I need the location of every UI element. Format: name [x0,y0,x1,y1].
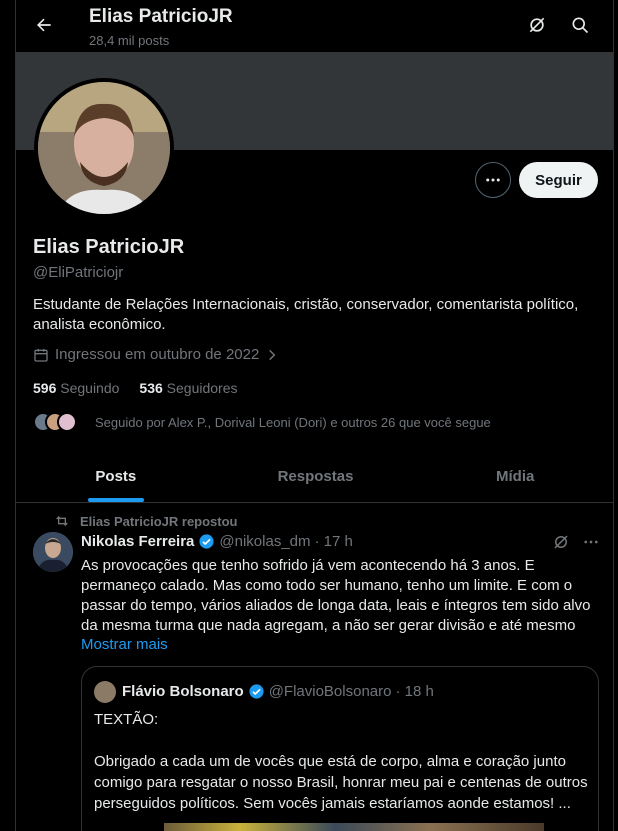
tab-posts[interactable]: Posts [16,450,216,502]
follow-counts: 596 Seguindo 536 Seguidores [33,380,238,396]
active-tab-indicator [87,498,144,502]
quoted-post[interactable]: Flávio Bolsonaro @FlavioBolsonaro · 18 h… [81,666,599,831]
verified-badge-icon [199,534,214,549]
following-link[interactable]: 596 Seguindo [33,380,119,396]
show-more-link[interactable]: Mostrar mais [81,636,168,653]
avatar [57,412,77,432]
tab-replies[interactable]: Respostas [216,450,416,502]
post-author-name[interactable]: Nikolas Ferreira [81,533,194,550]
profile-page: Elias PatricioJR 28,4 mil posts Seguir E… [15,0,614,831]
joined-date: Ingressou em outubro de 2022 [33,346,279,363]
profile-name: Elias PatricioJR [33,236,185,258]
profile-bio: Estudante de Relações Internacionais, cr… [33,296,579,333]
grok-icon[interactable] [552,533,570,551]
post-author-avatar[interactable] [33,532,73,572]
post-header: Nikolas Ferreira @nikolas_dm · 17 h [81,533,353,550]
post-text: As provocações que tenho sofrido já vem … [81,557,591,634]
repost-icon [56,516,68,526]
post-actions [552,533,600,551]
quote-text: TEXTÃO: Obrigado a cada um de vocês que … [94,711,588,812]
header-posts-count: 28,4 mil posts [89,33,170,48]
more-icon [486,178,500,182]
followed-by-text: Seguido por Alex P., Dorival Leoni (Dori… [95,414,491,430]
top-bar: Elias PatricioJR 28,4 mil posts [16,0,613,52]
profile-handle: @EliPatriciojr [33,264,124,281]
search-icon[interactable] [568,13,592,37]
post-author-handle[interactable]: @nikolas_dm [219,533,310,550]
quote-header: Flávio Bolsonaro @FlavioBolsonaro · 18 h [122,683,434,700]
calendar-icon [34,348,48,362]
chevron-right-icon[interactable] [265,348,279,362]
profile-tabs: Posts Respostas Mídia [16,450,613,503]
quote-author-name: Flávio Bolsonaro [122,683,244,700]
joined-text: Ingressou em outubro de 2022 [55,346,260,363]
tab-media[interactable]: Mídia [415,450,613,502]
follow-button[interactable]: Seguir [519,162,598,198]
quote-media-image[interactable] [164,823,544,831]
profile-avatar[interactable] [34,78,174,218]
grok-icon[interactable] [525,13,549,37]
header-title: Elias PatricioJR [89,6,233,27]
followed-by[interactable]: Seguido por Alex P., Dorival Leoni (Dori… [33,408,491,436]
more-icon[interactable] [582,533,600,551]
followers-link[interactable]: 536 Seguidores [139,380,237,396]
verified-badge-icon [249,684,264,699]
back-arrow-icon[interactable] [30,11,58,39]
quote-time: · 18 h [395,683,434,700]
post-time[interactable]: · 17 h [315,533,353,550]
more-options-button[interactable] [475,162,511,198]
quote-author-avatar [94,681,116,703]
quote-author-handle: @FlavioBolsonaro [268,683,392,700]
repost-indicator: Elias PatricioJR repostou [54,513,238,529]
